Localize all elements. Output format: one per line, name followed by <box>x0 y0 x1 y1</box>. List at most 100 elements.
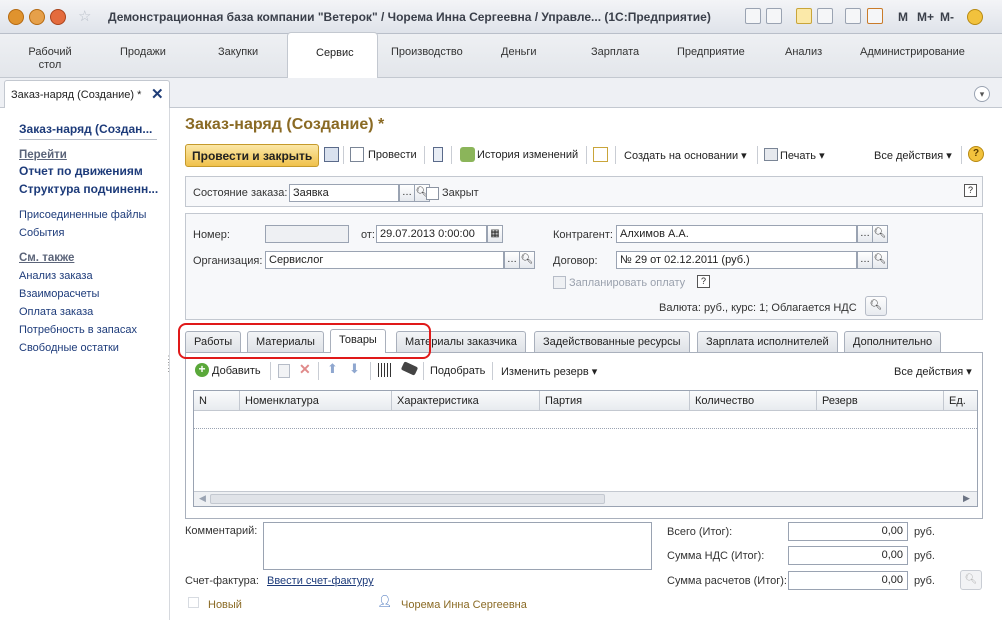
link-icon[interactable] <box>817 8 833 24</box>
organization-field[interactable]: Сервислог <box>265 251 504 269</box>
help-icon[interactable]: ? <box>968 146 984 162</box>
settlements-search-button[interactable]: 🔍︎ <box>960 570 982 590</box>
highlight-annotation <box>178 323 431 359</box>
scroll-left-icon[interactable]: ◀ <box>199 493 206 504</box>
calendar-icon[interactable]: ▦ <box>487 225 503 243</box>
grid-all-actions-label: Все действия <box>894 366 964 378</box>
search-icon[interactable]: 🔍︎ <box>872 251 888 269</box>
table-row-empty[interactable] <box>194 411 977 429</box>
select-button[interactable]: … <box>399 184 415 202</box>
invoice-link[interactable]: Ввести счет-фактуру <box>267 575 374 587</box>
contract-field[interactable]: № 29 от 02.12.2011 (руб.) <box>616 251 857 269</box>
info-icon[interactable] <box>967 9 983 25</box>
panel-resize-handle[interactable]: ⋮ ⋮ <box>164 355 173 373</box>
section-production[interactable]: Производство <box>391 46 463 59</box>
counterparty-field[interactable]: Алхимов А.А. <box>616 225 857 243</box>
nav-item-settlements[interactable]: Взаиморасчеты <box>19 288 99 300</box>
menu-icon[interactable] <box>29 9 45 25</box>
plan-payment-checkbox[interactable] <box>553 276 566 289</box>
chevron-down-icon[interactable]: ▾ <box>974 86 990 102</box>
create-based-button[interactable]: Создать на основании ▾ <box>624 149 747 162</box>
select-button[interactable]: … <box>857 251 873 269</box>
memory-m-button[interactable]: M <box>898 10 908 24</box>
favorites-add-icon[interactable] <box>796 8 812 24</box>
calculator-icon[interactable] <box>845 8 861 24</box>
scroll-right-icon[interactable]: ▶ <box>963 493 970 504</box>
arrow-down-icon[interactable]: ⬇ <box>349 361 360 377</box>
select-button[interactable]: … <box>857 225 873 243</box>
currency-settings-button[interactable]: 🔍︎ <box>865 296 887 316</box>
form-title: Заказ-наряд (Создание) * <box>185 116 385 133</box>
section-salary[interactable]: Зарплата <box>591 46 639 59</box>
document-icon[interactable] <box>593 147 608 162</box>
change-reserve-button[interactable]: Изменить резерв ▾ <box>501 365 597 378</box>
column-header-nomenclature[interactable]: Номенклатура <box>240 391 392 411</box>
save-icon[interactable] <box>324 147 339 162</box>
delete-icon[interactable]: ✕ <box>299 361 311 378</box>
section-sales[interactable]: Продажи <box>120 46 166 59</box>
closed-checkbox[interactable] <box>426 187 439 200</box>
barcode-icon[interactable] <box>378 363 392 377</box>
comment-field[interactable] <box>263 522 652 570</box>
column-header-reserve[interactable]: Резерв <box>817 391 944 411</box>
all-actions-button[interactable]: Все действия ▾ <box>874 149 952 162</box>
post-and-close-button[interactable]: Провести и закрыть <box>185 144 320 167</box>
close-icon[interactable]: ✕ <box>151 85 164 103</box>
nav-item-events[interactable]: События <box>19 227 64 239</box>
tab-resources[interactable]: Задействованные ресурсы <box>534 331 690 352</box>
nav-item-order-payment[interactable]: Оплата заказа <box>19 306 93 318</box>
search-icon[interactable]: 🔍︎ <box>872 225 888 243</box>
status-field[interactable]: Заявка <box>289 184 399 202</box>
save-icon[interactable] <box>745 8 761 24</box>
scroll-thumb[interactable] <box>210 494 605 504</box>
goods-table[interactable]: N Номенклатура Характеристика Партия Кол… <box>193 390 978 507</box>
favorite-star-icon[interactable]: ☆ <box>78 7 91 25</box>
nav-current-form[interactable]: Заказ-наряд (Создан... <box>19 122 152 136</box>
add-button[interactable]: Добавить <box>212 365 261 377</box>
nav-item-attached-files[interactable]: Присоединенные файлы <box>19 209 146 221</box>
arrow-up-icon[interactable]: ⬆ <box>327 361 338 377</box>
list-icon[interactable] <box>433 147 443 162</box>
horizontal-scrollbar[interactable]: ◀ ▶ <box>194 491 977 506</box>
copy-icon[interactable] <box>278 364 290 378</box>
column-header-batch[interactable]: Партия <box>540 391 690 411</box>
section-admin[interactable]: Администрирование <box>860 46 965 59</box>
calendar-icon[interactable] <box>867 8 883 24</box>
section-analysis[interactable]: Анализ <box>785 46 822 59</box>
tab-additional[interactable]: Дополнительно <box>844 331 942 352</box>
pick-button[interactable]: Подобрать <box>430 365 485 377</box>
author-name[interactable]: Чорема Инна Сергеевна <box>401 599 527 611</box>
section-desktop[interactable]: Рабочий стол <box>28 46 72 72</box>
section-enterprise[interactable]: Предприятие <box>677 46 745 59</box>
column-header-characteristic[interactable]: Характеристика <box>392 391 540 411</box>
print-icon[interactable] <box>766 8 782 24</box>
post-button[interactable]: Провести <box>368 149 417 161</box>
tab-performers-salary[interactable]: Зарплата исполнителей <box>697 331 838 352</box>
grid-all-actions-button[interactable]: Все действия ▾ <box>894 365 972 378</box>
nav-item-structure[interactable]: Структура подчиненн... <box>19 182 158 196</box>
search-icon[interactable]: 🔍︎ <box>519 251 535 269</box>
print-button[interactable]: Печать ▾ <box>780 149 825 162</box>
history-button[interactable]: История изменений <box>477 149 578 161</box>
select-button[interactable]: … <box>504 251 520 269</box>
nav-item-free-balance[interactable]: Свободные остатки <box>19 342 119 354</box>
section-money[interactable]: Деньги <box>501 46 537 59</box>
column-header-quantity[interactable]: Количество <box>690 391 817 411</box>
1c-logo-icon[interactable] <box>8 9 24 25</box>
history-icon[interactable] <box>50 9 66 25</box>
column-header-n[interactable]: N <box>194 391 240 411</box>
date-field[interactable]: 29.07.2013 0:00:00 <box>376 225 487 243</box>
open-tab-order[interactable]: Заказ-наряд (Создание) * ✕ <box>4 80 170 108</box>
nav-item-order-analysis[interactable]: Анализ заказа <box>19 270 93 282</box>
column-header-unit[interactable]: Ед. <box>944 391 977 411</box>
organization-label: Организация: <box>193 255 263 267</box>
number-field[interactable] <box>265 225 349 243</box>
section-purchases[interactable]: Закупки <box>218 46 258 59</box>
memory-m-plus-button[interactable]: M+ <box>917 10 934 24</box>
memory-m-minus-button[interactable]: M- <box>940 10 954 24</box>
nav-item-movements-report[interactable]: Отчет по движениям <box>19 164 143 178</box>
section-service-active[interactable]: Сервис <box>287 32 378 78</box>
nav-item-stock-need[interactable]: Потребность в запасах <box>19 324 137 336</box>
help-icon[interactable]: ? <box>964 184 977 197</box>
help-icon[interactable]: ? <box>697 275 710 288</box>
